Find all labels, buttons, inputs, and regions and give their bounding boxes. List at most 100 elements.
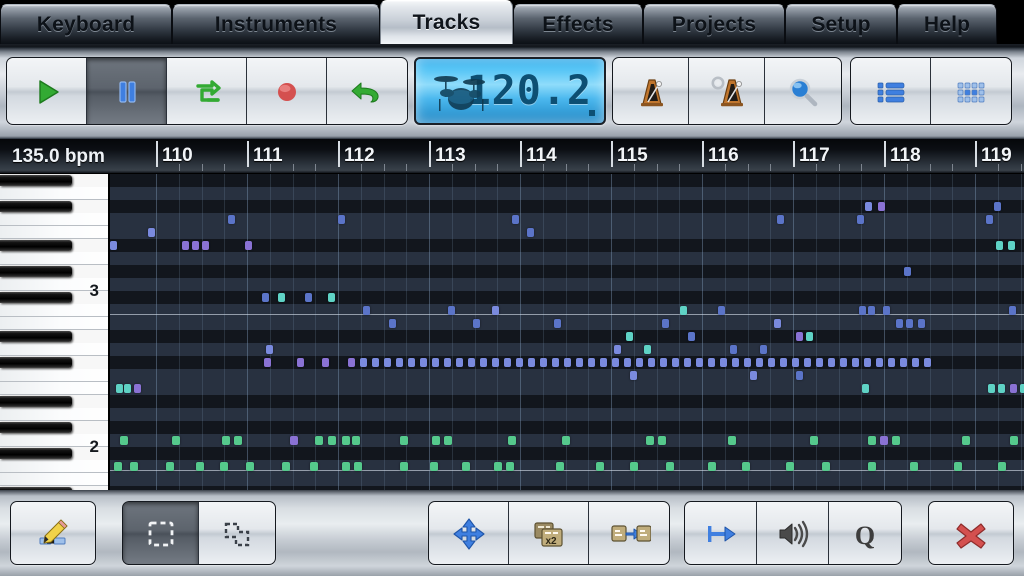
note-block[interactable] [512, 215, 519, 224]
pencil-edit-button[interactable] [11, 502, 95, 564]
note-block[interactable] [918, 319, 925, 328]
note-block[interactable] [1009, 306, 1016, 315]
note-block[interactable] [612, 358, 619, 367]
note-block[interactable] [822, 462, 830, 471]
note-block[interactable] [297, 358, 304, 367]
note-block[interactable] [456, 358, 463, 367]
note-block[interactable] [245, 241, 252, 250]
note-block[interactable] [400, 462, 408, 471]
piano-black-key[interactable] [0, 448, 72, 459]
note-block[interactable] [473, 319, 480, 328]
note-block[interactable] [389, 319, 396, 328]
note-block[interactable] [636, 358, 643, 367]
note-block[interactable] [988, 384, 995, 393]
note-block[interactable] [857, 215, 864, 224]
note-block[interactable] [672, 358, 679, 367]
note-block[interactable] [124, 384, 131, 393]
note-block[interactable] [130, 462, 138, 471]
note-block[interactable] [728, 436, 736, 445]
note-block[interactable] [576, 358, 583, 367]
note-block[interactable] [1010, 436, 1018, 445]
note-block[interactable] [264, 358, 271, 367]
note-block[interactable] [148, 228, 155, 237]
note-block[interactable] [998, 384, 1005, 393]
piano-white-key[interactable] [0, 343, 108, 356]
note-block[interactable] [504, 358, 511, 367]
piano-black-key[interactable] [0, 266, 72, 277]
note-block[interactable] [444, 436, 452, 445]
note-block[interactable] [732, 358, 739, 367]
note-block[interactable] [348, 358, 355, 367]
note-block[interactable] [862, 384, 869, 393]
tab-keyboard[interactable]: Keyboard [0, 4, 172, 44]
note-block[interactable] [384, 358, 391, 367]
note-block[interactable] [328, 293, 335, 302]
piano-black-key[interactable] [0, 487, 72, 490]
note-block[interactable] [962, 436, 970, 445]
note-block[interactable] [134, 384, 141, 393]
velocity-button[interactable] [757, 502, 829, 564]
note-block[interactable] [904, 267, 911, 276]
note-block[interactable] [246, 462, 254, 471]
note-block[interactable] [796, 371, 803, 380]
note-block[interactable] [494, 462, 502, 471]
note-block[interactable] [892, 436, 900, 445]
piano-white-key[interactable] [0, 252, 108, 265]
note-block[interactable] [777, 215, 784, 224]
note-block[interactable] [540, 358, 547, 367]
note-block[interactable] [588, 358, 595, 367]
piano-black-key[interactable] [0, 422, 72, 433]
note-block[interactable] [912, 358, 919, 367]
note-block[interactable] [720, 358, 727, 367]
play-button[interactable] [7, 58, 87, 124]
note-block[interactable] [196, 462, 204, 471]
note-block[interactable] [290, 436, 298, 445]
note-block[interactable] [116, 384, 123, 393]
delete-x-button[interactable] [929, 502, 1013, 564]
note-block[interactable] [750, 371, 757, 380]
note-block[interactable] [448, 306, 455, 315]
move-button[interactable] [429, 502, 509, 564]
note-block[interactable] [730, 345, 737, 354]
note-block[interactable] [658, 436, 666, 445]
tab-setup[interactable]: Setup [785, 4, 897, 44]
note-block[interactable] [994, 202, 1001, 211]
note-block[interactable] [806, 332, 813, 341]
loop-button[interactable] [167, 58, 247, 124]
tab-tracks[interactable]: Tracks [380, 0, 513, 44]
note-block[interactable] [182, 241, 189, 250]
note-block[interactable] [444, 358, 451, 367]
piano-black-key[interactable] [0, 201, 72, 212]
note-block[interactable] [352, 436, 360, 445]
note-block[interactable] [310, 462, 318, 471]
note-block[interactable] [305, 293, 312, 302]
note-block[interactable] [528, 358, 535, 367]
piano-keyboard[interactable]: 32 [0, 174, 110, 490]
note-block[interactable] [420, 358, 427, 367]
note-block[interactable] [508, 436, 516, 445]
note-block[interactable] [868, 462, 876, 471]
note-block[interactable] [756, 358, 763, 367]
timeline-ruler[interactable]: 135.0 bpm 110 111 112 113 114 115 116 117 118 119 [0, 138, 1024, 174]
note-block[interactable] [906, 319, 913, 328]
piano-white-key[interactable] [0, 408, 108, 421]
piano-white-key[interactable] [0, 369, 108, 382]
note-block[interactable] [554, 319, 561, 328]
note-block[interactable] [1020, 384, 1024, 393]
note-block[interactable] [110, 241, 117, 250]
note-block[interactable] [202, 241, 209, 250]
note-block[interactable] [492, 358, 499, 367]
note-block[interactable] [172, 436, 180, 445]
note-block[interactable] [868, 306, 875, 315]
note-block[interactable] [480, 358, 487, 367]
piano-black-key[interactable] [0, 357, 72, 368]
note-block[interactable] [192, 241, 199, 250]
piano-black-key[interactable] [0, 292, 72, 303]
note-block[interactable] [408, 358, 415, 367]
tab-help[interactable]: Help [897, 4, 997, 44]
note-block[interactable] [888, 358, 895, 367]
note-block[interactable] [810, 436, 818, 445]
note-block[interactable] [876, 358, 883, 367]
note-block[interactable] [768, 358, 775, 367]
note-block[interactable] [883, 306, 890, 315]
